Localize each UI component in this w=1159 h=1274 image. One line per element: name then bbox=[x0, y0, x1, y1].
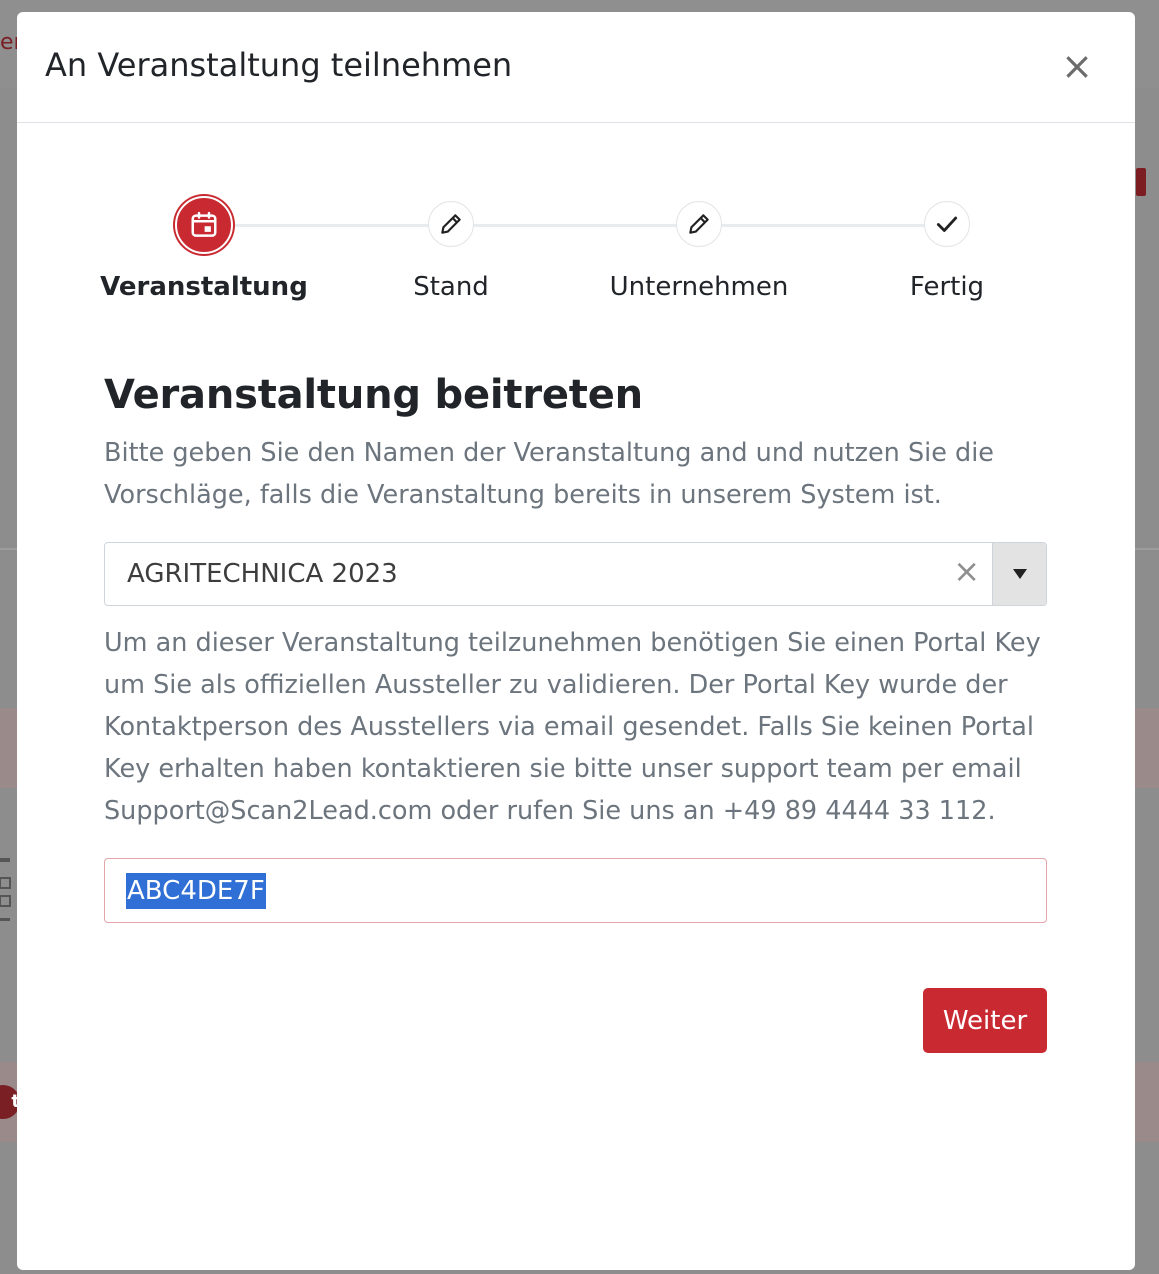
check-icon bbox=[936, 216, 958, 232]
modal-title: An Veranstaltung teilnehmen bbox=[45, 46, 513, 84]
step-veranstaltung-label: Veranstaltung bbox=[100, 272, 308, 302]
event-select[interactable]: AGRITECHNICA 2023 × bbox=[104, 542, 1047, 606]
background-qr-icon bbox=[0, 858, 11, 921]
background-button-fragment bbox=[1136, 168, 1146, 196]
section-title: Veranstaltung beitreten bbox=[104, 372, 643, 418]
step-stand-label: Stand bbox=[413, 272, 489, 302]
modal-header: An Veranstaltung teilnehmen × bbox=[17, 12, 1135, 123]
pencil-icon bbox=[441, 214, 461, 234]
next-button[interactable]: Weiter bbox=[923, 988, 1047, 1053]
step-content: Veranstaltung beitreten Bitte geben Sie … bbox=[104, 372, 1048, 923]
caret-down-icon bbox=[1012, 569, 1027, 579]
pencil-icon bbox=[689, 214, 709, 234]
clear-icon[interactable]: × bbox=[953, 552, 980, 590]
dropdown-toggle[interactable] bbox=[992, 543, 1046, 605]
step-veranstaltung-circle bbox=[175, 196, 233, 254]
step-fertig-circle bbox=[924, 201, 970, 247]
wizard-stepper: Veranstaltung Stand Unternehmen Fertig bbox=[17, 122, 1135, 322]
portal-key-selected-value: ABC4DE7F bbox=[126, 873, 266, 909]
step-stand-circle bbox=[428, 201, 474, 247]
event-select-value: AGRITECHNICA 2023 bbox=[127, 559, 398, 589]
step-unternehmen-circle bbox=[676, 201, 722, 247]
intro-text: Bitte geben Sie den Namen der Veranstalt… bbox=[104, 438, 994, 510]
portal-key-info-text: Um an dieser Veranstaltung teilzunehmen … bbox=[104, 628, 1041, 826]
portal-key-input[interactable]: ABC4DE7F bbox=[104, 858, 1047, 923]
stepper-track bbox=[204, 224, 946, 227]
calendar-icon bbox=[191, 211, 217, 237]
step-unternehmen-label: Unternehmen bbox=[609, 272, 789, 302]
join-event-modal: An Veranstaltung teilnehmen × Veranstalt… bbox=[17, 12, 1135, 1270]
step-fertig-label: Fertig bbox=[909, 272, 985, 302]
close-button[interactable]: × bbox=[1059, 46, 1095, 86]
